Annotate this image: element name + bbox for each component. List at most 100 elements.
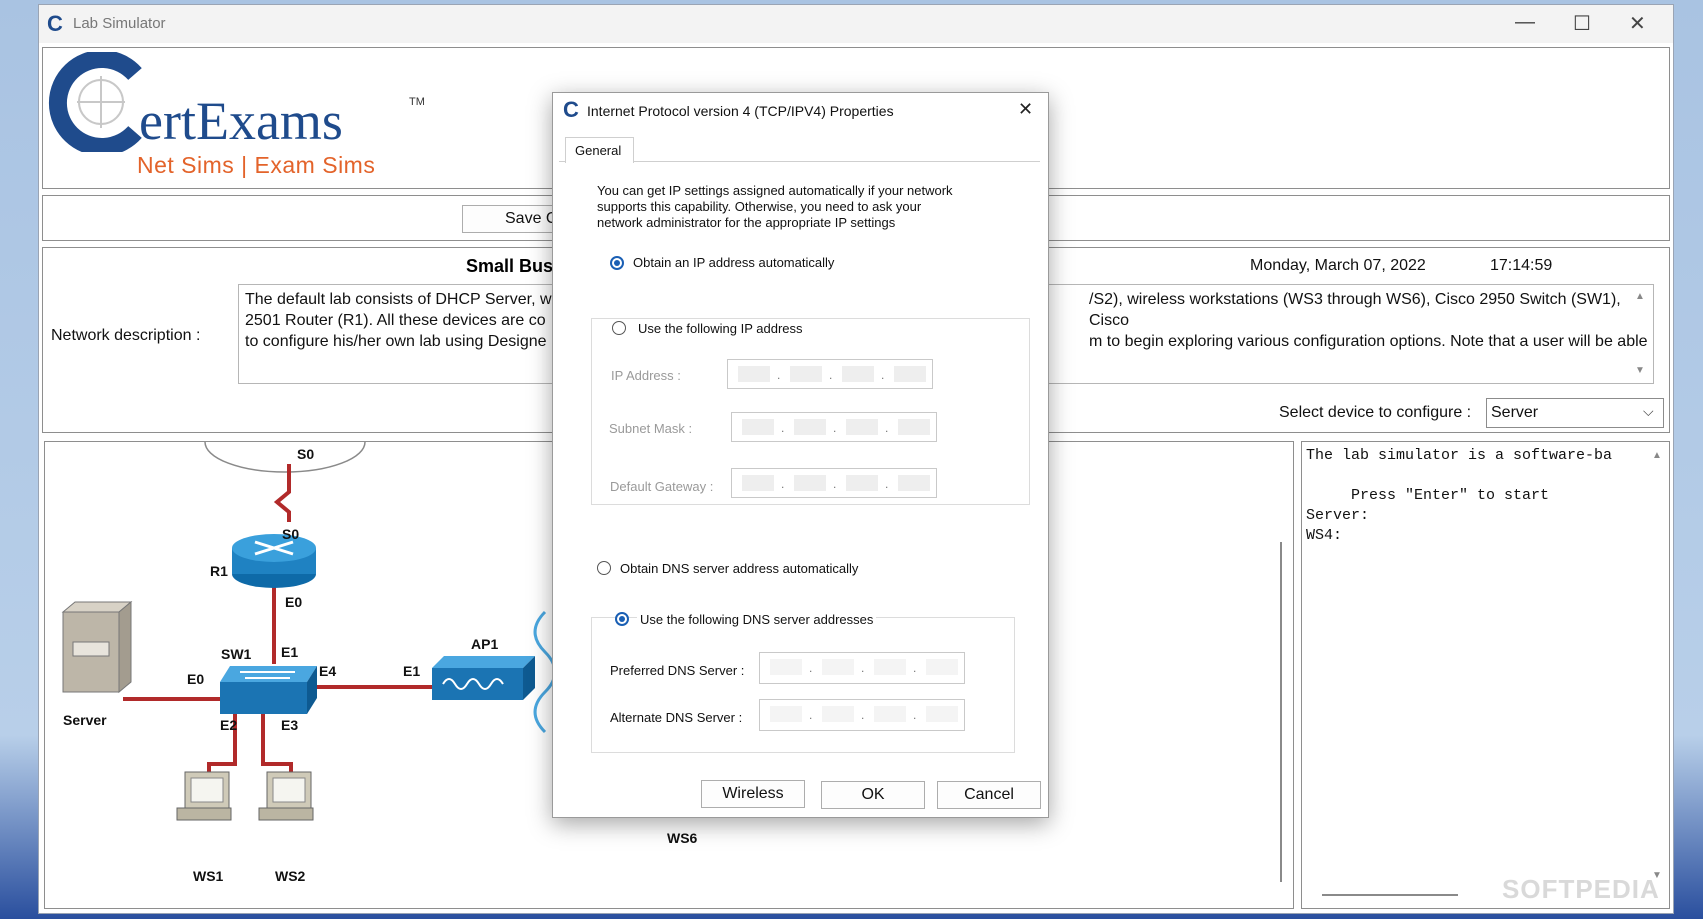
window-title: Lab Simulator (73, 15, 166, 32)
use-following-dns-radio[interactable] (615, 612, 629, 626)
use-following-ip-label[interactable]: Use the following IP address (635, 321, 806, 336)
logo-trademark: TM (409, 96, 425, 108)
dialog-title: Internet Protocol version 4 (TCP/IPV4) P… (587, 103, 894, 119)
label-r1: R1 (210, 563, 228, 579)
maximize-button[interactable]: ☐ (1573, 11, 1591, 36)
description-line: m to begin exploring various configurati… (1089, 333, 1648, 350)
description-line: to configure his/her own lab using Desig… (245, 333, 547, 350)
dialog-intro-text: You can get IP settings assigned automat… (597, 183, 953, 231)
device-select-value: Server (1491, 404, 1539, 421)
workstation-ws2-icon[interactable] (258, 771, 314, 821)
label-e0-r1: E0 (285, 594, 302, 610)
ip-dot: . (833, 421, 837, 435)
cancel-button[interactable]: Cancel (937, 781, 1041, 809)
console-hscrollbar[interactable] (1322, 894, 1458, 896)
ip-dot: . (861, 661, 865, 675)
close-window-button[interactable]: ✕ (1629, 11, 1646, 36)
obtain-ip-auto-label[interactable]: Obtain an IP address automatically (633, 255, 834, 270)
label-s0-r1: S0 (282, 526, 299, 542)
description-line: /S2), wireless workstations (WS3 through… (1089, 291, 1621, 329)
intro-line: You can get IP settings assigned automat… (597, 183, 953, 198)
console-line: Press "Enter" to start (1306, 487, 1550, 504)
scroll-down-icon[interactable]: ▼ (1635, 365, 1645, 376)
dialog-close-icon[interactable]: ✕ (1018, 99, 1033, 120)
minimize-button[interactable]: — (1515, 11, 1535, 34)
description-line: 2501 Router (R1). All these devices are … (245, 312, 546, 329)
certexams-logo (47, 50, 147, 156)
intro-line: network administrator for the appropriat… (597, 215, 896, 230)
ip-address-label: IP Address : (611, 368, 681, 383)
ip-dot: . (781, 477, 785, 491)
logo-brand-text: ertExams (139, 91, 343, 151)
obtain-dns-auto-radio[interactable] (597, 561, 611, 575)
lab-title: Small Busi (466, 256, 559, 276)
tab-general[interactable]: General (565, 137, 634, 163)
chevron-down-icon: ⌵ (1643, 403, 1654, 419)
network-description-label: Network description : (51, 327, 201, 344)
scroll-up-icon[interactable]: ▲ (1635, 291, 1645, 302)
use-following-ip-radio[interactable] (612, 321, 626, 335)
description-right-lines: /S2), wireless workstations (WS3 through… (1089, 289, 1653, 352)
ip-dot: . (913, 708, 917, 722)
workstation-ws1-icon[interactable] (176, 771, 232, 821)
label-ap1: AP1 (471, 636, 498, 652)
ip-dot: . (777, 368, 781, 382)
select-device-label: Select device to configure : (1279, 404, 1472, 421)
label-e3-sw1: E3 (281, 717, 298, 733)
server-icon[interactable] (61, 600, 133, 694)
console-line: The lab simulator is a software-ba (1306, 447, 1613, 464)
app-logo-icon: C (47, 11, 63, 36)
default-gateway-input[interactable]: . . . (731, 468, 937, 498)
subnet-mask-label: Subnet Mask : (609, 421, 693, 436)
lab-date: Monday, March 07, 2022 (1250, 257, 1426, 274)
dialog-app-icon: C (563, 97, 579, 122)
ip-dot: . (885, 477, 889, 491)
ip-dot: . (881, 368, 885, 382)
cloud-icon (204, 442, 366, 473)
ip-address-input[interactable]: . . . (727, 359, 933, 389)
ip-dot: . (913, 661, 917, 675)
preferred-dns-input[interactable]: . . . (759, 652, 965, 684)
console-scroll-up-icon[interactable]: ▲ (1652, 450, 1662, 461)
label-sw1: SW1 (221, 646, 252, 662)
console-line: WS4: (1306, 527, 1343, 544)
topology-scrollbar[interactable] (1280, 542, 1282, 882)
description-left-lines: The default lab consists of DHCP Server,… (245, 289, 552, 352)
label-s0-cloud: S0 (297, 446, 314, 462)
label-e4-sw1: E4 (319, 663, 336, 679)
label-ws6: WS6 (667, 830, 698, 846)
ip-dot: . (829, 368, 833, 382)
ok-button[interactable]: OK (821, 781, 925, 809)
ip-dot: . (809, 708, 813, 722)
ipv4-properties-dialog: C Internet Protocol version 4 (TCP/IPV4)… (552, 92, 1049, 818)
label-ws1: WS1 (193, 868, 224, 884)
access-point-ap1-icon[interactable] (432, 656, 535, 700)
wireless-button[interactable]: Wireless (701, 780, 805, 808)
obtain-ip-auto-radio[interactable] (610, 256, 624, 270)
ip-dot: . (861, 708, 865, 722)
device-select[interactable]: Server ⌵ (1486, 398, 1664, 428)
label-e0-sw1: E0 (187, 671, 204, 687)
switch-sw1-icon[interactable] (220, 666, 317, 714)
ip-dot: . (781, 421, 785, 435)
use-following-dns-label[interactable]: Use the following DNS server addresses (637, 612, 877, 627)
softpedia-watermark: SOFTPEDIA (1502, 874, 1660, 904)
label-e1-ap1: E1 (403, 663, 420, 679)
console-output[interactable]: The lab simulator is a software-ba Press… (1306, 446, 1641, 886)
alternate-dns-input[interactable]: . . . (759, 699, 965, 731)
description-line: The default lab consists of DHCP Server,… (245, 291, 552, 308)
obtain-dns-auto-label[interactable]: Obtain DNS server address automatically (620, 561, 858, 576)
router-r1-icon[interactable] (232, 534, 316, 588)
label-e1-sw1: E1 (281, 644, 298, 660)
logo-tagline: Net Sims | Exam Sims (137, 152, 376, 178)
alternate-dns-label: Alternate DNS Server : (610, 710, 743, 725)
label-e2-sw1: E2 (220, 717, 237, 733)
tab-general-label: General (575, 143, 622, 158)
subnet-mask-input[interactable]: . . . (731, 412, 937, 442)
preferred-dns-label: Preferred DNS Server : (610, 663, 745, 678)
title-bar: C Lab Simulator — ☐ ✕ (39, 5, 1673, 43)
default-gateway-label: Default Gateway : (610, 479, 714, 494)
dns-group (591, 617, 1015, 753)
ip-dot: . (809, 661, 813, 675)
